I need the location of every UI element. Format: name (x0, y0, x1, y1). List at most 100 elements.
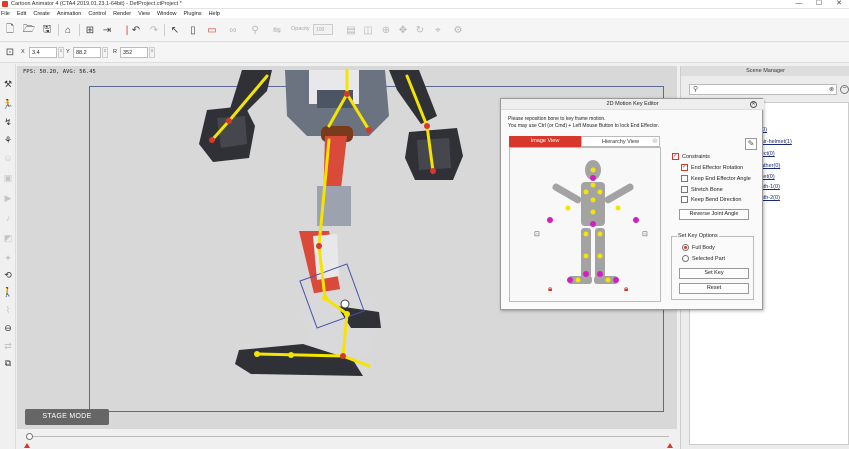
instruction-line-1: Please reposition bone to key frame moti… (508, 116, 606, 122)
menu-control[interactable]: Control (88, 11, 106, 17)
page-icon[interactable]: ▯ (187, 24, 199, 36)
reset-button[interactable]: Reset (679, 283, 749, 294)
new-project-icon[interactable]: 🗋 (4, 24, 16, 36)
scene-search-input[interactable]: ⚲ ⊗ (689, 84, 837, 95)
menu-bar: File Edit Create Animation Control Rende… (0, 9, 849, 18)
puppet-icon[interactable]: ⚘ (2, 134, 14, 146)
video-icon[interactable]: ▶ (2, 192, 14, 204)
full-body-radio[interactable] (682, 244, 689, 251)
camera-icon[interactable]: ◫ (362, 24, 374, 36)
maximize-button[interactable]: ☐ (810, 0, 828, 9)
fx-icon[interactable]: ✦ (2, 252, 14, 264)
stack-icon[interactable]: ⧉ (2, 357, 14, 369)
set-key-button[interactable]: Set Key (679, 268, 749, 279)
flip-icon[interactable]: ⇋ (271, 24, 283, 36)
title-bar: Cartoon Animator 4 (CTA4 2019.01.23.1-64… (0, 0, 849, 9)
replace-icon[interactable]: ⇄ (2, 340, 14, 352)
select-arrow-icon[interactable]: ↖ (169, 24, 181, 36)
menu-window[interactable]: Window (157, 11, 177, 17)
right-hand-joint (430, 168, 436, 174)
keep-bend-direction-checkbox[interactable] (681, 196, 688, 203)
window-title: Cartoon Animator 4 (CTA4 2019.01.23.1-64… (11, 1, 182, 7)
timeline-track[interactable] (29, 436, 669, 437)
menu-view[interactable]: View (138, 11, 150, 17)
face-icon[interactable]: ☺ (2, 152, 14, 164)
menu-plugins[interactable]: Plugins (184, 11, 202, 17)
rotate-icon[interactable]: ↻ (414, 24, 426, 36)
menu-animation[interactable]: Animation (57, 11, 81, 17)
left-hand-lock-icon: ⊡ (534, 231, 540, 238)
end-effector-handle (340, 299, 350, 309)
export-icon[interactable]: ⇥ (101, 24, 113, 36)
dialog-title: 2D Motion Key Editor (501, 99, 764, 110)
spring-icon[interactable]: ⌇ (2, 304, 14, 316)
redo-icon[interactable]: ↷ (148, 24, 160, 36)
stretch-bone-checkbox[interactable] (681, 186, 688, 193)
audio-icon[interactable]: ♪ (2, 212, 14, 224)
collapse-button[interactable]: − (840, 85, 849, 94)
end-effector-rotation-checkbox[interactable] (681, 163, 688, 171)
constraints-checkbox[interactable] (672, 152, 679, 160)
sprite-icon[interactable]: ⊖ (2, 322, 14, 334)
save-icon[interactable]: 🖫 (41, 24, 53, 36)
mini-figure[interactable]: ⊡ ⊡ 🔒︎ 🔒︎ (510, 148, 662, 303)
y-stepper[interactable]: ⇕ (102, 47, 108, 58)
y-input[interactable]: 88.2 (73, 47, 101, 58)
menu-help[interactable]: Help (209, 11, 220, 17)
tab-hierarchy-view[interactable]: Hierarchy View (581, 136, 660, 147)
selected-part-label: Selected Part (692, 256, 726, 262)
menu-render[interactable]: Render (113, 11, 131, 17)
instruction-line-2: You may use Ctrl (or Cmd) + Left Mouse B… (508, 123, 660, 129)
opacity-input[interactable]: 100 (313, 24, 333, 35)
range-start-marker[interactable] (24, 443, 30, 448)
rect-icon[interactable]: ▭ (206, 24, 218, 36)
pin-tool-button[interactable]: ✎ (745, 138, 757, 150)
undo-icon[interactable]: ↶ (130, 24, 142, 36)
settings-icon[interactable]: ⚙ (452, 24, 464, 36)
image-icon[interactable]: ▣ (2, 172, 14, 184)
spine-joint (344, 91, 350, 97)
composer-icon[interactable]: ⚒ (2, 78, 14, 90)
menu-create[interactable]: Create (33, 11, 50, 17)
r-input[interactable]: 352 (120, 47, 148, 58)
motion-icon[interactable]: ↯ (2, 116, 14, 128)
reset-view-icon[interactable]: ⌖ (432, 24, 444, 36)
reverse-joint-angle-button[interactable]: Reverse Joint Angle (679, 209, 749, 220)
stage-mode-button[interactable]: STAGE MODE (25, 409, 109, 425)
morph-icon[interactable]: ⟲ (2, 269, 14, 281)
range-end-marker[interactable] (667, 443, 673, 448)
move-icon[interactable]: ✥ (397, 24, 409, 36)
import-icon[interactable]: ⊞ (84, 24, 96, 36)
r-stepper[interactable]: ⇕ (149, 47, 155, 58)
zoom-icon[interactable]: ⊕ (380, 24, 392, 36)
link-icon[interactable]: ∞ (227, 24, 239, 36)
prop-icon[interactable]: ◩ (2, 232, 14, 244)
x-stepper[interactable]: ⇕ (58, 47, 64, 58)
tab-image-view[interactable]: Image View (509, 136, 581, 147)
timeline-bar (17, 430, 677, 449)
end-effector-rotation-label: End Effector Rotation (691, 165, 744, 171)
close-button[interactable]: ✕ (830, 0, 848, 9)
menu-file[interactable]: File (1, 11, 10, 17)
store-icon[interactable]: ⌂ (62, 24, 74, 36)
actor-icon[interactable]: 🏃 (2, 98, 14, 110)
open-project-icon[interactable]: 🗁 (23, 24, 35, 36)
dialog-close-button[interactable]: ✕ (750, 101, 757, 108)
search-icon: ⚲ (693, 86, 699, 93)
image-view-area[interactable]: ⊡ ⊡ 🔒︎ 🔒︎ (509, 147, 661, 302)
selected-part-radio[interactable] (682, 255, 689, 262)
tab-plus-icon[interactable]: ⊕ (652, 137, 658, 145)
y-label: Y (66, 49, 70, 55)
search-clear-icon[interactable]: ⊗ (829, 86, 834, 93)
bone-icon[interactable]: ⚲ (249, 24, 261, 36)
keep-end-effector-angle-checkbox[interactable] (681, 175, 688, 182)
minimize-button[interactable]: — (790, 0, 808, 9)
walk-icon[interactable]: 🚶 (2, 286, 14, 298)
layer-icon[interactable]: ▤ (345, 24, 357, 36)
timeline-scrubber[interactable] (26, 433, 33, 440)
transform-icon[interactable]: ⊡ (4, 46, 16, 58)
menu-edit[interactable]: Edit (17, 11, 26, 17)
keep-bend-direction-label: Keep Bend Direction (691, 197, 742, 203)
app-icon (2, 1, 8, 7)
x-input[interactable]: 3.4 (29, 47, 57, 58)
